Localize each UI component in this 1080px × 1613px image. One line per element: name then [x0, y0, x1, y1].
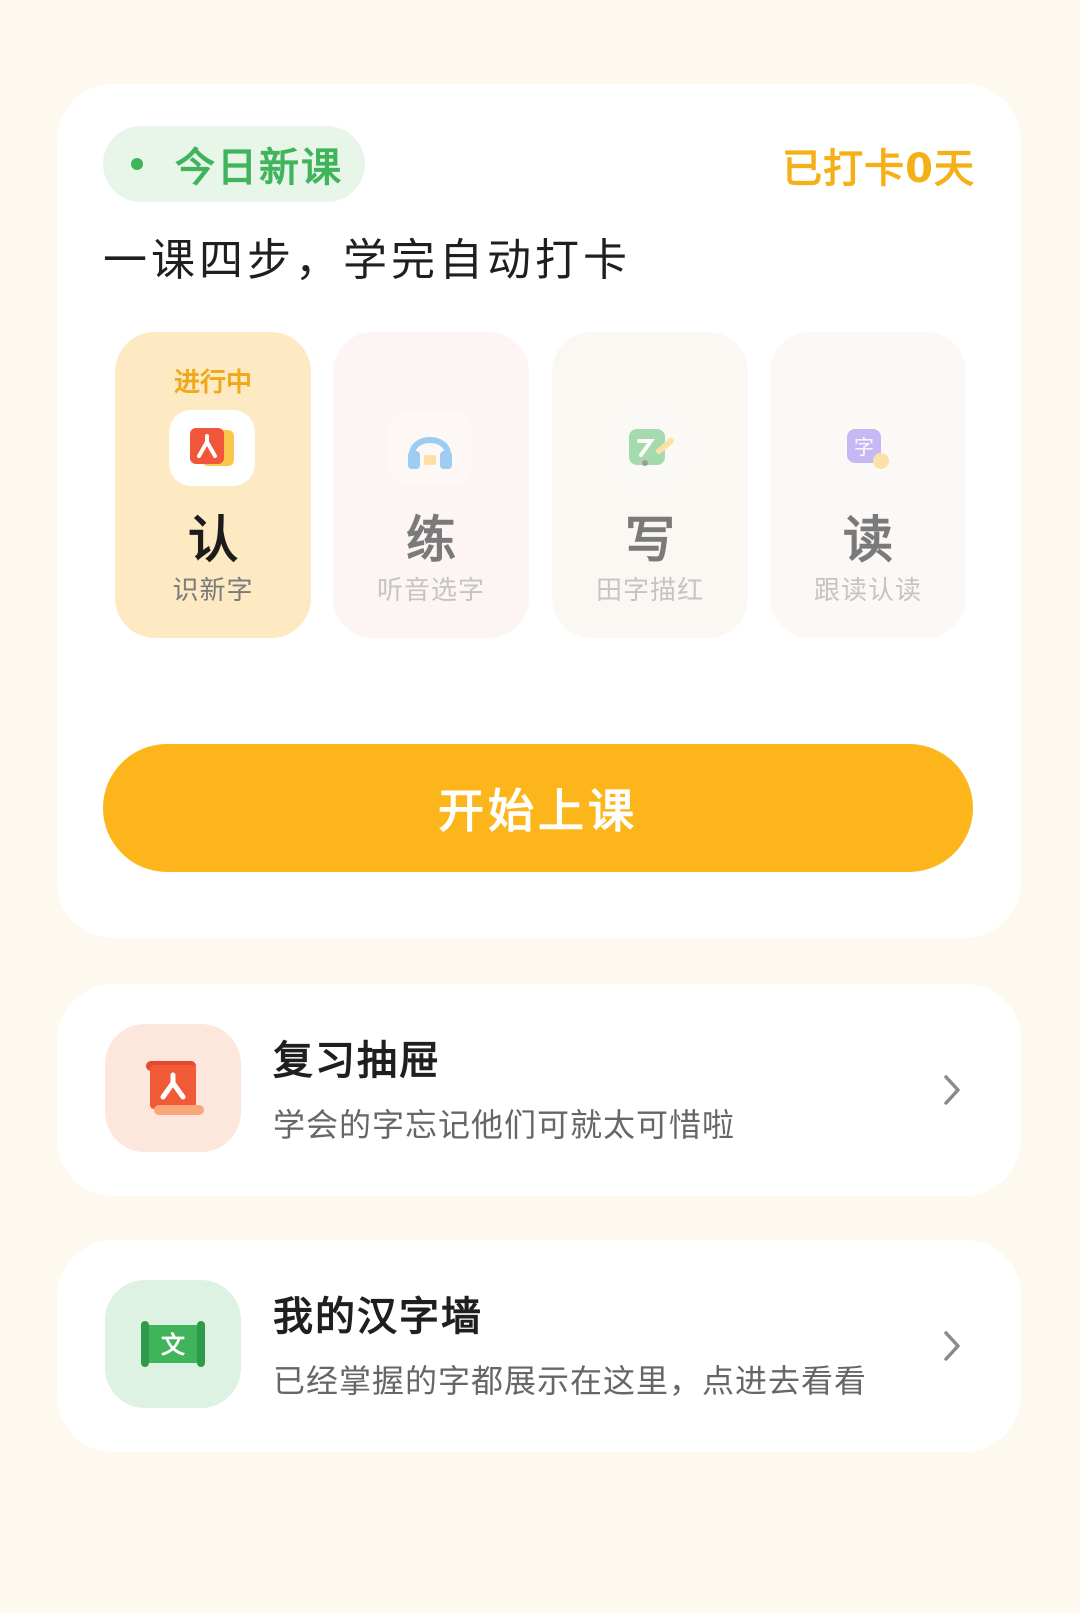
- character-wall-title: 我的汉字墙: [273, 1294, 483, 1340]
- character-wall-desc: 已经掌握的字都展示在这里，点进去看看: [273, 1362, 868, 1400]
- step-char: 读: [843, 511, 893, 569]
- recognize-card-icon: [169, 410, 255, 486]
- svg-text:字: 字: [854, 435, 874, 459]
- review-drawer-title: 复习抽屉: [273, 1038, 441, 1084]
- character-wall-entry[interactable]: 文 我的汉字墙 已经掌握的字都展示在这里，点进去看看: [57, 1240, 1021, 1452]
- svg-text:文: 文: [161, 1331, 186, 1359]
- today-lesson-badge: 今日新课: [103, 126, 365, 202]
- headphones-icon: [387, 410, 473, 486]
- step-char: 写: [625, 511, 675, 569]
- step-practice[interactable]: 练 听音选字: [333, 332, 529, 638]
- today-lesson-card: 今日新课 已打卡0天 一课四步，学完自动打卡 进行中 认 识新字 练 听音选字 …: [57, 84, 1021, 938]
- step-desc: 识新字: [172, 576, 254, 606]
- page: 今日新课 已打卡0天 一课四步，学完自动打卡 进行中 认 识新字 练 听音选字 …: [0, 0, 1080, 1613]
- step-recognize[interactable]: 进行中 认 识新字: [115, 332, 311, 638]
- character-bubble-icon: 字: [824, 410, 910, 486]
- wall-scroll-icon: 文: [105, 1280, 241, 1408]
- review-drawer-entry[interactable]: 复习抽屉 学会的字忘记他们可就太可惜啦: [57, 984, 1021, 1196]
- step-desc: 田字描红: [595, 576, 704, 606]
- today-lesson-label: 今日新课: [175, 145, 343, 191]
- lesson-subtitle: 一课四步，学完自动打卡: [103, 235, 631, 286]
- step-status: 进行中: [173, 368, 252, 398]
- lesson-steps: 进行中 认 识新字 练 听音选字 写 田字描红 字 读 跟读认读: [115, 332, 975, 638]
- status-dot-icon: [131, 158, 143, 170]
- chevron-right-icon: [935, 1326, 969, 1366]
- start-lesson-button[interactable]: 开始上课: [103, 744, 973, 872]
- step-read[interactable]: 字 读 跟读认读: [770, 332, 966, 638]
- pencil-board-icon: [606, 410, 692, 486]
- step-char: 练: [406, 511, 456, 569]
- step-write[interactable]: 写 田字描红: [552, 332, 748, 638]
- step-char: 认: [188, 511, 238, 569]
- chevron-right-icon: [935, 1070, 969, 1110]
- scroll-icon: [105, 1024, 241, 1152]
- checkin-days-text: 已打卡0天: [782, 146, 975, 192]
- review-drawer-desc: 学会的字忘记他们可就太可惜啦: [273, 1106, 736, 1144]
- step-desc: 听音选字: [376, 576, 485, 606]
- step-desc: 跟读认读: [813, 576, 922, 606]
